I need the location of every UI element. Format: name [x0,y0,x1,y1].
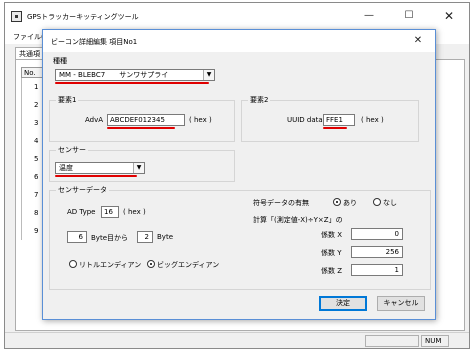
dialog-titlebar: ビーコン詳細編集 項目No1 ✕ [43,30,435,52]
type-group-title: 種種 [51,57,69,66]
uuid-data-label: UUID data [287,116,323,124]
sign-no-radio[interactable] [373,198,381,206]
device-type-value: MM - BLEBC7 サンワサプライ [59,71,169,79]
sign-yes-radio[interactable] [333,198,341,206]
menu-file[interactable]: ファイル( [13,32,44,42]
main-titlebar: GPSトラッカーキッティングツール — ☐ ✕ [5,3,469,29]
app-icon [11,11,22,22]
highlight-underline [55,175,137,177]
sign-data-label: 符号データの有無 [253,199,309,207]
coef-x-field[interactable]: 0 [351,228,403,240]
sensor-type-value: 温度 [59,164,73,172]
beacon-edit-dialog: ビーコン詳細編集 項目No1 ✕ 種種 MM - BLEBC7 サンワサプライ … [42,29,436,320]
uuid-unit-label: ( hex ) [361,116,384,124]
sensor-type-combo[interactable]: 温度 ▼ [55,162,145,174]
sign-yes-label: あり [343,199,357,207]
big-endian-label: ビッグエンディアン [157,261,220,269]
dialog-title: ビーコン詳細編集 項目No1 [51,38,138,46]
main-window-title: GPSトラッカーキッティングツール [27,13,139,21]
uuid-data-field[interactable]: FFE1 [323,114,355,126]
tab-common[interactable]: 共通項 [15,47,44,59]
byte-length-label: Byte [157,233,173,241]
highlight-underline [55,82,209,84]
close-icon[interactable]: ✕ [409,33,427,49]
adva-label: AdvA [85,116,104,124]
coef-y-field[interactable]: 256 [351,246,403,258]
byte-length-field[interactable]: 2 [137,231,153,243]
device-type-combo[interactable]: MM - BLEBC7 サンワサプライ ▼ [55,69,215,81]
minimize-icon[interactable]: — [349,3,389,29]
statusbar: NUM [5,332,469,348]
coef-z-field[interactable]: 1 [351,264,403,276]
coef-y-label: 係数 Y [321,249,342,257]
sensor-title: センサー [56,146,88,155]
byte-start-field[interactable]: 6 [67,231,87,243]
big-endian-radio[interactable] [147,260,155,268]
element1-title: 要素1 [56,96,79,105]
ad-type-field[interactable]: 16 [101,206,119,218]
highlight-underline [323,127,347,129]
element2-title: 要素2 [248,96,271,105]
byte-start-label: Byte目から [91,234,128,242]
status-cell [365,335,419,347]
little-endian-radio[interactable] [69,260,77,268]
coef-x-label: 係数 X [321,231,343,239]
little-endian-label: リトルエンディアン [79,261,142,269]
sign-no-label: なし [383,199,397,207]
highlight-underline [107,127,175,129]
maximize-icon[interactable]: ☐ [389,3,429,29]
sensor-data-title: センサーデータ [56,186,109,195]
adva-unit-label: ( hex ) [189,116,212,124]
close-icon[interactable]: ✕ [429,3,469,29]
cancel-button[interactable]: キャンセル [377,296,425,311]
ad-type-unit-label: ( hex ) [123,208,146,216]
coef-z-label: 係数 Z [321,267,343,275]
chevron-down-icon[interactable]: ▼ [133,163,144,173]
chevron-down-icon[interactable]: ▼ [203,70,214,80]
adva-field[interactable]: ABCDEF012345 [107,114,185,126]
ok-button[interactable]: 決定 [319,296,367,311]
ad-type-label: AD Type [67,208,96,216]
formula-label: 計算「(測定値-X)÷Y×Z」の [253,216,343,224]
status-num-indicator: NUM [421,335,449,347]
